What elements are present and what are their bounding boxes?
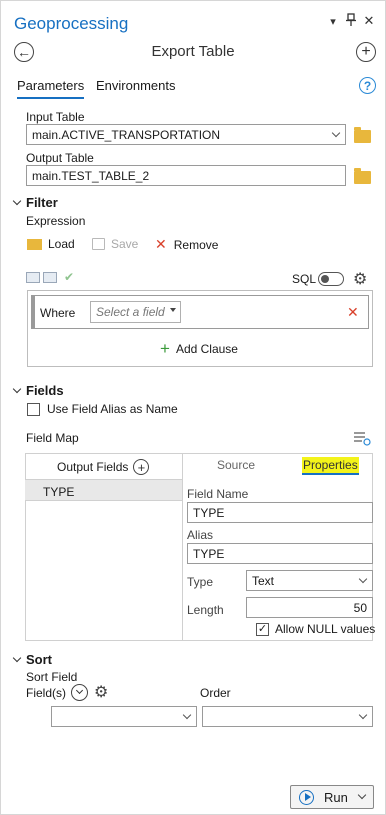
- save-disk-icon: [92, 238, 105, 250]
- play-icon: [299, 789, 314, 805]
- run-button[interactable]: Run: [290, 785, 374, 809]
- tool-title: Export Table: [151, 43, 235, 60]
- help-icon[interactable]: ?: [359, 77, 376, 94]
- where-label: Where: [40, 306, 76, 320]
- field-map-options-icon[interactable]: [353, 430, 371, 449]
- order-label: Order: [200, 686, 231, 700]
- dropdown-arrow-icon: [170, 308, 176, 312]
- sql-toggle[interactable]: [318, 272, 344, 286]
- alias-label: Alias: [187, 528, 214, 542]
- clause-mode-icon[interactable]: [26, 272, 40, 283]
- use-alias-checkbox[interactable]: [27, 403, 40, 416]
- chevron-down-icon: [358, 574, 368, 584]
- chevron-down-icon: [12, 653, 22, 663]
- output-fields-header: Output Fields +: [57, 459, 150, 475]
- save-button[interactable]: Save: [92, 237, 138, 251]
- alias-input[interactable]: TYPE: [187, 543, 373, 564]
- field-map-label: Field Map: [26, 431, 79, 445]
- input-table-value: main.ACTIVE_TRANSPORTATION: [32, 128, 221, 142]
- gear-icon[interactable]: ⚙: [353, 269, 367, 289]
- chevron-down-icon: [331, 128, 341, 138]
- fields-section-header[interactable]: Fields: [12, 383, 64, 398]
- pane-title: Geoprocessing: [14, 14, 129, 33]
- output-table-field[interactable]: main.TEST_TABLE_2: [26, 165, 346, 186]
- chevron-down-icon: [358, 710, 368, 720]
- tab-environments[interactable]: Environments: [96, 78, 175, 97]
- clause-row: [31, 295, 369, 329]
- close-icon[interactable]: ✕: [361, 13, 377, 29]
- allow-null-checkbox[interactable]: ✓: [256, 623, 269, 636]
- table-row[interactable]: TYPE: [25, 479, 182, 501]
- plus-icon: +: [160, 339, 170, 358]
- sort-field-dropdown[interactable]: [51, 706, 197, 727]
- filter-section-header[interactable]: Filter: [12, 195, 58, 210]
- expression-label: Expression: [26, 214, 86, 228]
- tab-parameters[interactable]: Parameters: [17, 78, 85, 99]
- filter-view-icons: ✔: [26, 271, 74, 283]
- type-dropdown[interactable]: Text: [246, 570, 373, 591]
- remove-clause-icon[interactable]: ✕: [347, 304, 359, 321]
- output-table-value: main.TEST_TABLE_2: [32, 169, 150, 183]
- remove-button[interactable]: ✕ Remove: [155, 236, 218, 253]
- gear-icon[interactable]: ⚙: [94, 682, 108, 702]
- output-table-label: Output Table: [26, 151, 94, 165]
- sort-field-expand-icon[interactable]: [71, 684, 88, 701]
- pane-menu-icon[interactable]: ▾: [325, 15, 341, 28]
- add-field-icon[interactable]: +: [133, 459, 150, 475]
- folder-open-icon: [27, 238, 42, 250]
- length-label: Length: [187, 603, 224, 617]
- field-name-label: Field Name: [187, 487, 249, 501]
- sort-field-label: Sort Field: [26, 670, 78, 684]
- chevron-down-icon: [182, 710, 192, 720]
- input-table-label: Input Table: [26, 110, 85, 124]
- use-alias-label: Use Field Alias as Name: [47, 402, 178, 416]
- folder-icon[interactable]: [354, 127, 371, 143]
- pin-icon[interactable]: [343, 13, 359, 30]
- length-input[interactable]: 50: [246, 597, 373, 618]
- folder-icon[interactable]: [354, 168, 371, 184]
- tab-properties[interactable]: Properties: [302, 457, 359, 475]
- sql-mode-icon[interactable]: [43, 272, 57, 283]
- allow-null-label: Allow NULL values: [275, 622, 376, 636]
- sql-label: SQL: [292, 272, 317, 286]
- type-label: Type: [187, 575, 214, 589]
- select-field-dropdown[interactable]: Select a field: [90, 301, 181, 323]
- chevron-down-icon: [12, 196, 22, 206]
- chevron-down-icon: [12, 384, 22, 394]
- sort-section-header[interactable]: Sort: [12, 652, 52, 667]
- chevron-down-icon[interactable]: [357, 790, 367, 800]
- load-button[interactable]: Load: [27, 237, 75, 251]
- input-table-field[interactable]: main.ACTIVE_TRANSPORTATION: [26, 124, 346, 145]
- remove-x-icon: ✕: [155, 236, 167, 252]
- add-clause-button[interactable]: + Add Clause: [160, 339, 238, 358]
- tab-source[interactable]: Source: [217, 458, 255, 472]
- sort-order-dropdown[interactable]: [202, 706, 373, 727]
- add-icon[interactable]: +: [356, 42, 376, 62]
- field-map-divider: [182, 453, 183, 641]
- verify-check-icon[interactable]: ✔: [64, 271, 74, 283]
- field-name-input[interactable]: TYPE: [187, 502, 373, 523]
- sort-fields-label: Field(s): [26, 686, 67, 700]
